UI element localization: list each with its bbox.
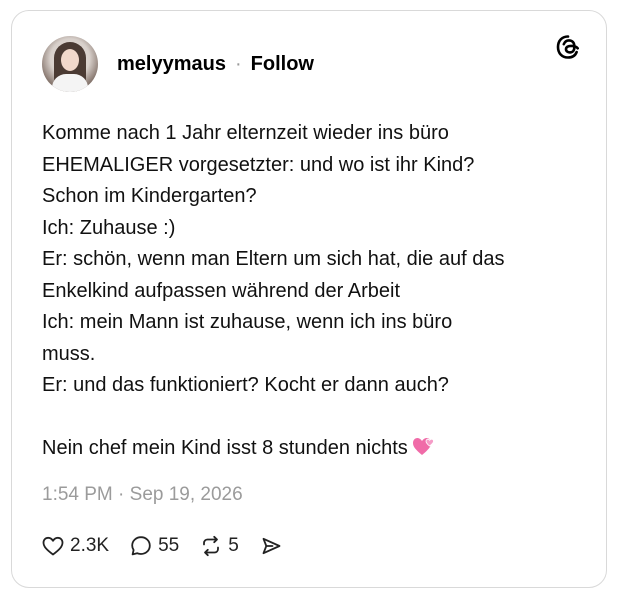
post-line: Ich: Zuhause :)	[42, 216, 176, 239]
action-bar: 2.3K 55 5	[41, 534, 303, 558]
avatar-shirt	[52, 74, 88, 92]
post-card: melyymaus · Follow Komme nach 1 Jahr elt…	[11, 10, 607, 588]
avatar-face	[61, 49, 79, 71]
post-body: Komme nach 1 Jahr elternzeit wieder ins …	[42, 118, 582, 465]
like-count: 2.3K	[70, 535, 110, 556]
heart-icon	[42, 536, 64, 556]
two-hearts-icon	[412, 435, 436, 457]
post-line: Enkelkind aufpassen während der Arbeit	[42, 279, 401, 302]
comment-bubble-icon	[131, 536, 151, 556]
share-button[interactable]	[259, 534, 283, 558]
post-line: EHEMALIGER vorgesetzter: und wo ist ihr …	[42, 153, 475, 176]
post-timestamp[interactable]: 1:54 PM · Sep 19, 2026	[42, 484, 243, 506]
post-line: muss.	[42, 342, 96, 365]
post-line-blank	[42, 402, 582, 434]
follow-button[interactable]: Follow	[251, 53, 314, 76]
threads-logo-icon[interactable]	[554, 33, 582, 61]
comment-count: 55	[158, 535, 180, 556]
post-line-last: Nein chef mein Kind isst 8 stunden nicht…	[42, 433, 582, 465]
post-line: Schon im Kindergarten?	[42, 185, 257, 207]
repost-count: 5	[228, 535, 239, 556]
post-header: melyymaus · Follow	[42, 36, 314, 92]
post-line: Komme nach 1 Jahr elternzeit wieder ins …	[42, 122, 449, 144]
username[interactable]: melyymaus	[117, 53, 226, 76]
repost-icon	[203, 535, 220, 557]
separator-dot: ·	[234, 52, 242, 75]
post-line: Er: schön, wenn man Eltern um sich hat, …	[42, 248, 505, 270]
comment-button[interactable]: 55	[129, 534, 179, 558]
post-line: Er: und das funktioniert? Kocht er dann …	[42, 374, 449, 396]
avatar[interactable]	[42, 36, 98, 92]
send-icon	[262, 537, 281, 555]
post-line-text: Nein chef mein Kind isst 8 stunden nicht…	[42, 437, 408, 459]
repost-button[interactable]: 5	[199, 534, 239, 558]
post-line: Ich: mein Mann ist zuhause, wenn ich ins…	[42, 311, 453, 333]
like-button[interactable]: 2.3K	[41, 534, 109, 558]
